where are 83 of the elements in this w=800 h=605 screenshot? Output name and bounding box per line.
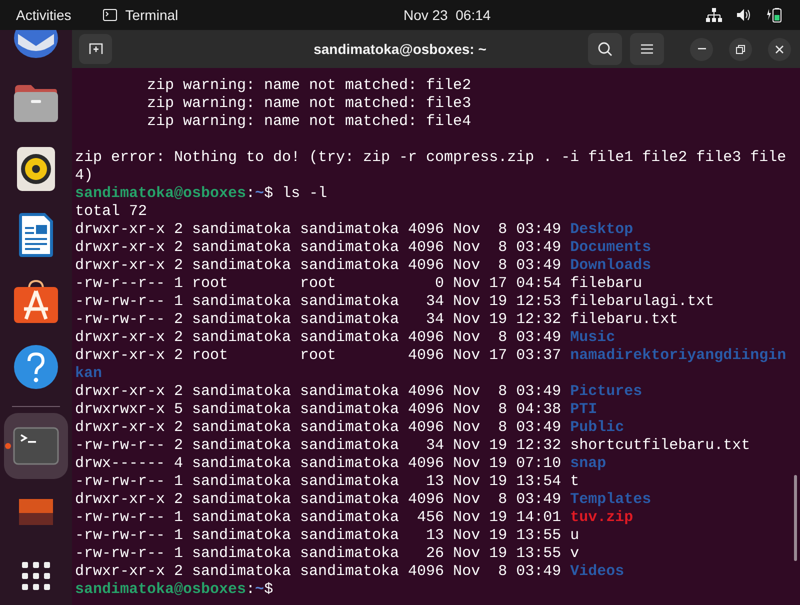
directory-name: kan: [75, 365, 102, 383]
directory-name: Templates: [570, 491, 652, 509]
directory-name: Music: [570, 329, 616, 347]
terminal-text: drwxrwxr-x 5 sandimatoka sandimatoka 4096 Nov 8 04:38: [75, 401, 562, 419]
terminal-text: :: [246, 581, 256, 599]
terminal-text: u: [570, 527, 580, 545]
terminal-text: drwxr-xr-x 2 sandimatoka sandimatoka 4096 Nov 8 03:49: [75, 221, 562, 239]
terminal-icon[interactable]: [13, 427, 59, 465]
prompt-path: ~: [255, 185, 264, 203]
terminal-text: drwxr-xr-x 2 sandimatoka sandimatoka 4096 Nov 8 03:49: [75, 329, 562, 347]
search-button[interactable]: [588, 33, 622, 65]
terminal-text: v: [570, 545, 580, 563]
prompt-path: ~: [255, 581, 264, 599]
battery-icon[interactable]: [766, 7, 782, 23]
directory-name: Pictures: [570, 383, 642, 401]
menu-button[interactable]: [630, 33, 664, 65]
maximize-button[interactable]: [729, 38, 752, 60]
activities-button[interactable]: Activities: [16, 4, 72, 26]
terminal-text: t: [570, 473, 580, 491]
minimize-button[interactable]: [690, 38, 713, 60]
terminal-text: shortcutfilebaru.txt: [570, 437, 750, 455]
terminal-text: zip warning: name not matched: file3: [146, 95, 472, 113]
terminal-text: drwxr-xr-x 2 sandimatoka sandimatoka 4096 Nov 8 03:49: [75, 563, 562, 581]
terminal-text: -rw-r--r-- 1 root root 0 Nov 17 04:54: [75, 275, 562, 293]
directory-name: Videos: [570, 563, 624, 581]
scrollbar-thumb[interactable]: [794, 475, 797, 561]
terminal-text: drwxr-xr-x 2 sandimatoka sandimatoka 4096 Nov 8 03:49: [75, 491, 562, 509]
close-button[interactable]: [768, 38, 791, 60]
prompt-user: sandimatoka@osboxes: [75, 581, 246, 599]
terminal-text: zip warning: name not matched: file2: [146, 77, 472, 95]
terminal-text: -rw-rw-r-- 1 sandimatoka sandimatoka 456 Nov 19 14:01: [75, 509, 562, 527]
network-icon[interactable]: [706, 8, 722, 22]
terminal-text: drwxr-xr-x 2 sandimatoka sandimatoka 4096 Nov 8 03:49: [75, 419, 562, 437]
terminal-text: drwxr-xr-x 2 sandimatoka sandimatoka 4096 Nov 8 03:49: [75, 383, 562, 401]
terminal-text: :: [246, 185, 256, 203]
terminal-text: -rw-rw-r-- 2 sandimatoka sandimatoka 34 Nov 19 12:32: [75, 311, 562, 329]
terminal-text: drwx------ 4 sandimatoka sandimatoka 4096 Nov 19 07:10: [75, 455, 562, 473]
directory-name: Public: [570, 419, 624, 437]
terminal-text: zip error: Nothing to do! (try: zip -r compress.zip . -i file1 file2 file3 file: [75, 149, 786, 167]
speaker-icon[interactable]: [17, 147, 55, 191]
terminal-text: -rw-rw-r-- 1 sandimatoka sandimatoka 13 Nov 19 13:55: [75, 527, 562, 545]
app-grid-icon[interactable]: [22, 562, 50, 590]
minimize-icon: [698, 48, 706, 50]
window-title: sandimatoka@osboxes: ~: [314, 40, 486, 58]
terminal-text: $: [264, 581, 274, 599]
help-icon[interactable]: [13, 344, 59, 390]
folder-icon[interactable]: [13, 83, 59, 123]
terminal-text: drwxr-xr-x 2 sandimatoka sandimatoka 4096 Nov 8 03:49: [75, 257, 562, 275]
terminal-text: -rw-rw-r-- 1 sandimatoka sandimatoka 34 Nov 19 12:53: [75, 293, 562, 311]
directory-name: namadirektoriyangdiingin: [570, 347, 786, 365]
terminal-text: -rw-rw-r-- 2 sandimatoka sandimatoka 34 Nov 19 12:32: [75, 437, 562, 455]
terminal-text: total 72: [75, 203, 148, 221]
shopping-bag-icon[interactable]: [13, 279, 59, 323]
window-thumbnail-icon[interactable]: [19, 499, 53, 525]
clock[interactable]: Nov 23 06:14: [403, 4, 491, 26]
terminal-text: -rw-rw-r-- 1 sandimatoka sandimatoka 13 Nov 19 13:54: [75, 473, 562, 491]
new-tab-button[interactable]: [79, 34, 112, 64]
volume-icon[interactable]: [736, 8, 752, 22]
document-icon[interactable]: [17, 212, 55, 258]
prompt-user: sandimatoka@osboxes: [75, 185, 246, 203]
archive-name: tuv.zip: [570, 509, 634, 527]
menu-icon: [641, 44, 653, 54]
terminal-text: -rw-rw-r-- 1 sandimatoka sandimatoka 26 Nov 19 13:55: [75, 545, 562, 563]
restore-icon: [736, 44, 745, 54]
close-icon: [775, 44, 784, 54]
app-menu-button[interactable]: Terminal: [103, 4, 178, 26]
directory-name: Downloads: [570, 257, 652, 275]
new-tab-icon: [88, 43, 102, 55]
terminal-text: filebaru: [570, 275, 642, 293]
terminal-icon: [103, 9, 118, 21]
terminal-text: filebarulagi.txt: [570, 293, 714, 311]
directory-name: Desktop: [570, 221, 634, 239]
directory-name: Documents: [570, 239, 652, 257]
terminal-text: zip warning: name not matched: file4: [146, 113, 472, 131]
terminal-text: drwxr-xr-x 2 sandimatoka sandimatoka 4096 Nov 8 03:49: [75, 239, 562, 257]
directory-name: PTI: [570, 401, 598, 419]
terminal-text: filebaru.txt: [570, 311, 678, 329]
terminal-text: drwxr-xr-x 2 root root 4096 Nov 17 03:37: [75, 347, 562, 365]
terminal-text: 4): [75, 167, 94, 185]
mail-bird-icon[interactable]: [12, 30, 60, 58]
directory-name: snap: [570, 455, 606, 473]
search-icon: [597, 41, 613, 57]
terminal-text: $ ls -l: [264, 185, 328, 203]
